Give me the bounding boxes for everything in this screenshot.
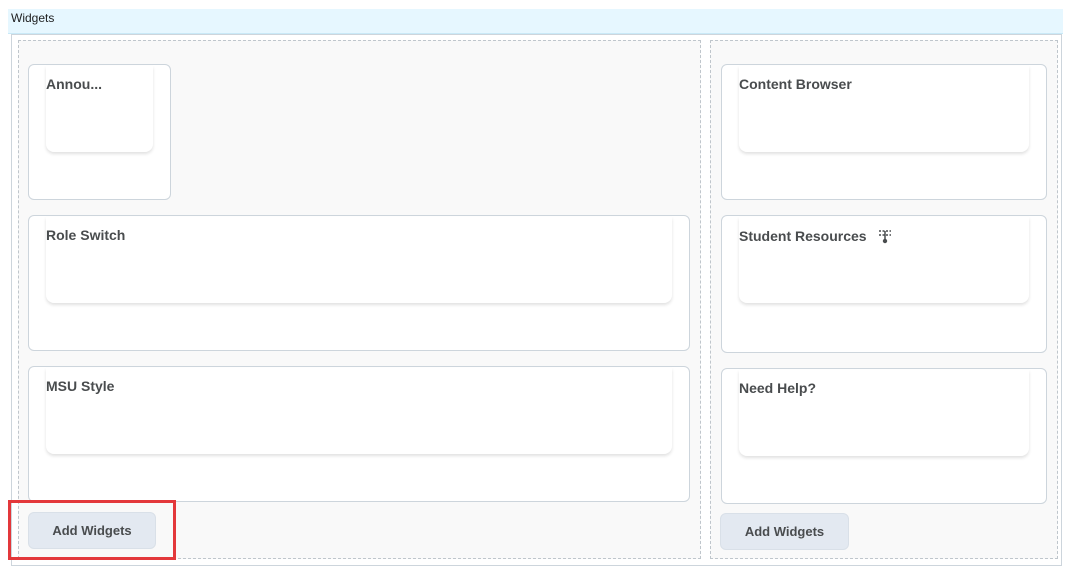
add-widgets-button-right[interactable]: Add Widgets [720,513,849,550]
widget-msu-style[interactable]: MSU Style [28,366,690,502]
widget-body [46,368,672,454]
widget-title: Annou... [46,76,102,92]
widget-title: Role Switch [46,227,126,243]
widgets-header: Widgets [8,9,1063,34]
widget-title: Need Help? [739,380,817,396]
widget-title-text: Student Resources [739,228,867,245]
widget-role-switch[interactable]: Role Switch [28,215,690,351]
header-title: Widgets [11,11,55,25]
widget-student-resources[interactable]: Student Resources [721,215,1047,353]
widget-announcements[interactable]: Annou... [28,64,171,200]
widget-content-browser[interactable]: Content Browser [721,64,1047,200]
widget-title: Content Browser [739,76,852,92]
widget-body [46,217,672,303]
widget-title: Student Resources [739,227,894,248]
highlight-box [8,500,176,560]
widget-title: MSU Style [46,378,115,394]
drag-handle-icon[interactable] [876,227,894,248]
widget-need-help[interactable]: Need Help? [721,368,1047,504]
